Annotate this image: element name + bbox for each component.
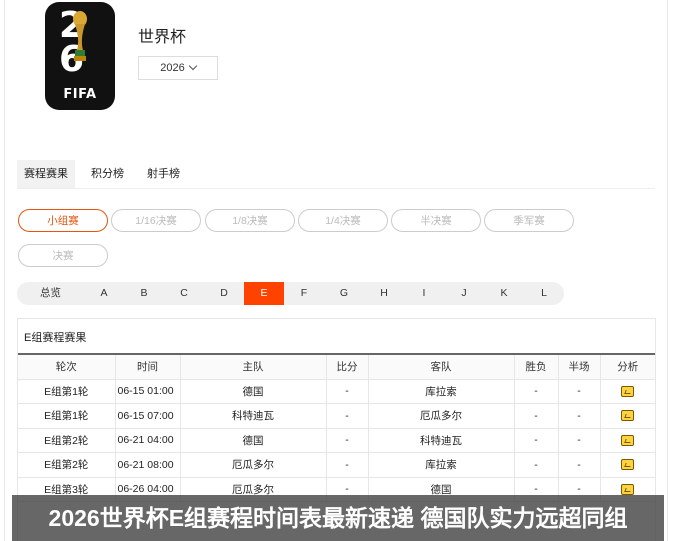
- cell-result: -: [514, 403, 559, 429]
- year-select[interactable]: 2026: [138, 56, 218, 80]
- table-header-row: 轮次 时间 主队 比分 客队 胜负 半场 分析: [18, 354, 655, 380]
- cell-home[interactable]: 厄瓜多尔: [180, 452, 327, 478]
- cell-analysis: [600, 428, 655, 453]
- cell-away[interactable]: 库拉索: [368, 379, 515, 404]
- cell-time: 06-15 07:00: [115, 403, 181, 429]
- cell-score: -: [326, 379, 369, 404]
- analysis-icon[interactable]: [621, 410, 635, 422]
- group-g[interactable]: G: [324, 282, 364, 305]
- table-row: E组第2轮 06-21 08:00 厄瓜多尔 - 库拉索 - -: [18, 452, 655, 478]
- stage-round-of-16[interactable]: 1/8决赛: [205, 209, 295, 232]
- cell-score: -: [326, 403, 369, 429]
- logo-brand-text: FIFA: [63, 87, 97, 102]
- group-k[interactable]: K: [484, 282, 524, 305]
- cell-score: -: [326, 428, 369, 453]
- stage-third-place[interactable]: 季军赛: [484, 209, 574, 232]
- cell-home[interactable]: 科特迪瓦: [180, 403, 327, 429]
- cell-analysis: [600, 452, 655, 478]
- header-time: 时间: [115, 354, 181, 380]
- table-row: E组第1轮 06-15 01:00 德国 - 库拉索 - -: [18, 379, 655, 404]
- analysis-icon[interactable]: [621, 483, 635, 495]
- fifa-world-cup-logo: 2 6 FIFA: [45, 2, 115, 110]
- tab-top-scorers[interactable]: 射手榜: [140, 160, 187, 188]
- table-row: E组第1轮 06-15 07:00 科特迪瓦 - 厄瓜多尔 - -: [18, 403, 655, 429]
- cell-home[interactable]: 德国: [180, 379, 327, 404]
- cell-result: -: [514, 428, 559, 453]
- stage-round-of-32[interactable]: 1/16决赛: [111, 209, 201, 232]
- cell-result: -: [514, 452, 559, 478]
- stage-semifinal[interactable]: 半决赛: [391, 209, 481, 232]
- cell-halftime: -: [558, 379, 601, 404]
- header-analysis: 分析: [600, 354, 655, 380]
- main-tabs: 赛程赛果 积分榜 射手榜: [17, 160, 655, 189]
- cell-analysis: [600, 379, 655, 404]
- header-round: 轮次: [18, 354, 116, 380]
- cell-away[interactable]: 库拉索: [368, 452, 515, 478]
- tab-schedule[interactable]: 赛程赛果: [17, 160, 75, 188]
- group-l[interactable]: L: [524, 282, 564, 305]
- cell-halftime: -: [558, 452, 601, 478]
- cell-time: 06-21 08:00: [115, 452, 181, 478]
- header-score: 比分: [326, 354, 369, 380]
- group-i[interactable]: I: [404, 282, 444, 305]
- group-j[interactable]: J: [444, 282, 484, 305]
- analysis-icon[interactable]: [621, 385, 635, 397]
- cell-score: -: [326, 452, 369, 478]
- group-d[interactable]: D: [204, 282, 244, 305]
- cell-round: E组第1轮: [18, 379, 116, 404]
- cell-away[interactable]: 厄瓜多尔: [368, 403, 515, 429]
- cell-round: E组第1轮: [18, 403, 116, 429]
- header-home: 主队: [180, 354, 327, 380]
- cell-home[interactable]: 德国: [180, 428, 327, 453]
- trophy-icon: [73, 11, 87, 61]
- group-selector: 总览 A B C D E F G H I J K L: [17, 282, 564, 305]
- analysis-icon[interactable]: [621, 434, 635, 446]
- analysis-icon[interactable]: [621, 459, 635, 471]
- stage-final[interactable]: 决赛: [18, 244, 108, 267]
- group-c[interactable]: C: [164, 282, 204, 305]
- panel-title: E组赛程赛果: [24, 332, 87, 344]
- cell-analysis: [600, 403, 655, 429]
- stage-group[interactable]: 小组赛: [18, 209, 108, 232]
- year-value: 2026: [160, 62, 185, 74]
- cell-round: E组第2轮: [18, 452, 116, 478]
- page-title: 世界杯: [138, 29, 187, 46]
- stage-quarterfinal[interactable]: 1/4决赛: [298, 209, 388, 232]
- group-h[interactable]: H: [364, 282, 404, 305]
- group-a[interactable]: A: [84, 282, 124, 305]
- header-halftime: 半场: [558, 354, 601, 380]
- cell-result: -: [514, 379, 559, 404]
- cell-halftime: -: [558, 428, 601, 453]
- group-f[interactable]: F: [284, 282, 324, 305]
- headline-caption: 2026世界杯E组赛程时间表最新速递 德国队实力远超同组: [12, 495, 664, 541]
- table-row: E组第2轮 06-21 04:00 德国 - 科特迪瓦 - -: [18, 428, 655, 453]
- header-result: 胜负: [514, 354, 559, 380]
- cell-away[interactable]: 科特迪瓦: [368, 428, 515, 453]
- cell-round: E组第2轮: [18, 428, 116, 453]
- schedule-table: 轮次 时间 主队 比分 客队 胜负 半场 分析 E组第1轮 06-15 01:0…: [18, 353, 655, 502]
- header-away: 客队: [368, 354, 515, 380]
- group-overview[interactable]: 总览: [17, 282, 84, 305]
- group-e[interactable]: E: [244, 282, 284, 305]
- cell-halftime: -: [558, 403, 601, 429]
- cell-time: 06-21 04:00: [115, 428, 181, 453]
- cell-time: 06-15 01:00: [115, 379, 181, 404]
- tab-standings[interactable]: 积分榜: [84, 160, 131, 188]
- group-b[interactable]: B: [124, 282, 164, 305]
- chevron-down-icon: [188, 61, 197, 71]
